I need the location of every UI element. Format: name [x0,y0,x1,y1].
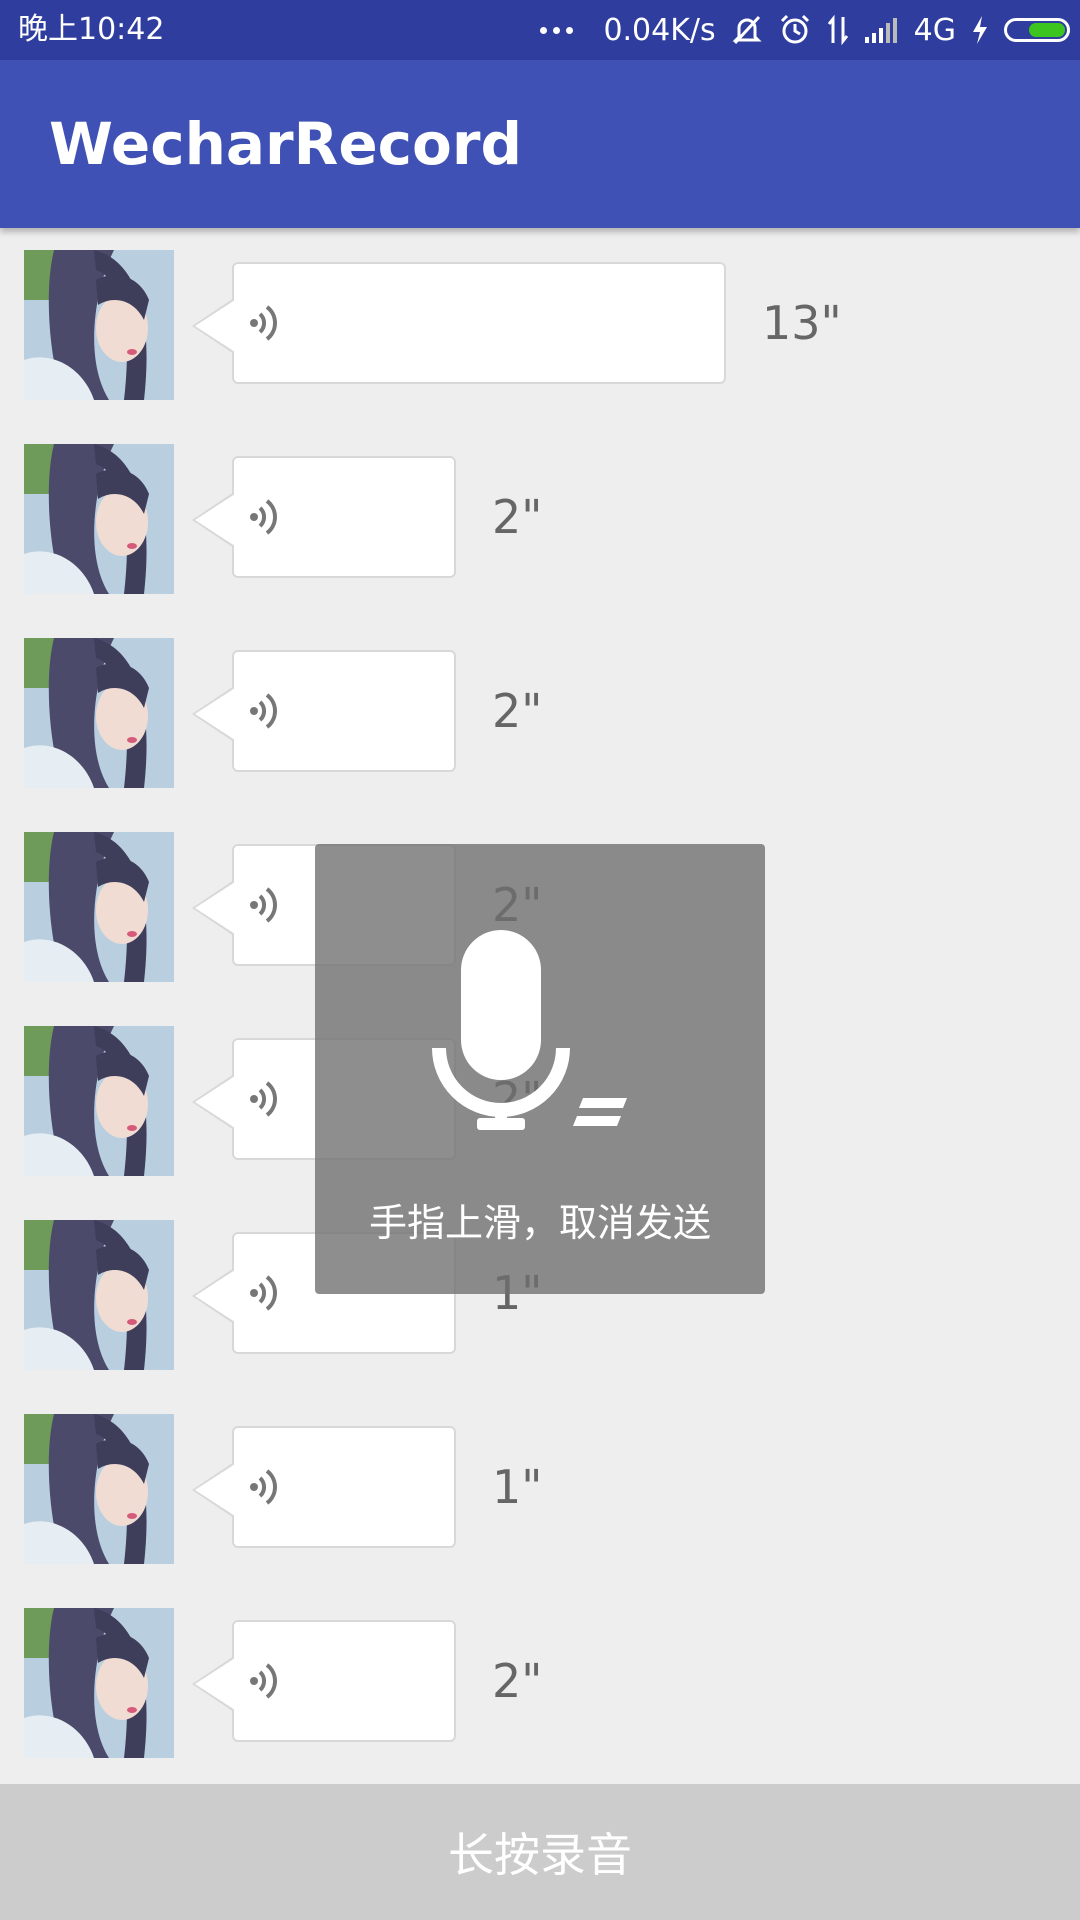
voice-bubble[interactable] [192,262,726,384]
voice-play-icon [246,884,288,930]
cancel-hint: 手指上滑，取消发送 [368,1201,711,1245]
avatar [24,832,174,982]
voice-bubble[interactable] [192,1426,456,1548]
status-indicators: 0.04K/s 4G [540,0,1070,60]
voice-play-icon [246,496,288,542]
hold-to-record-button[interactable]: 长按录音 [0,1784,1080,1920]
voice-bubble[interactable] [192,650,456,772]
voice-play-icon [246,690,288,736]
avatar [24,250,174,400]
voice-message-row: 1" [0,1392,1080,1564]
voice-bubble[interactable] [192,1620,456,1742]
voice-play-icon [246,1660,288,1706]
voice-message-row: 2" [0,422,1080,594]
status-time: 晚上10:42 [18,12,165,47]
voice-message-row: 13" [0,228,1080,400]
signal-icon [864,18,897,43]
recording-dialog: 手指上滑，取消发送 [315,844,765,1294]
voice-play-icon [246,1078,288,1124]
app-title: WecharRecord [49,110,523,178]
voice-play-icon [246,1466,288,1512]
microphone-icon [432,930,627,1130]
status-bar: 晚上10:42 0.04K/s 4G [0,0,1080,60]
avatar [24,1220,174,1370]
voice-duration: 1" [492,1460,543,1514]
app-bar: WecharRecord [0,60,1080,228]
volume-level-bar-2 [573,1116,621,1126]
voice-play-icon [246,302,288,348]
avatar [24,1608,174,1758]
avatar [24,1414,174,1564]
charging-icon [973,16,987,44]
avatar [24,638,174,788]
voice-play-icon [246,1272,288,1318]
more-notifications-icon [540,26,574,34]
avatar [24,444,174,594]
avatar [24,1026,174,1176]
voice-message-row: 2" [0,1586,1080,1758]
volume-level-bar-1 [579,1098,627,1108]
voice-bubble[interactable] [192,456,456,578]
mute-icon [732,15,762,45]
net-speed: 0.04K/s [603,12,716,48]
battery-icon [1004,18,1070,42]
voice-duration: 13" [762,296,842,350]
data-arrows-icon [827,14,848,46]
voice-message-row: 2" [0,616,1080,788]
alarm-icon [780,14,809,44]
network-type: 4G [913,12,956,48]
voice-duration: 2" [492,490,543,544]
voice-duration: 2" [492,1654,543,1708]
voice-duration: 2" [492,684,543,738]
